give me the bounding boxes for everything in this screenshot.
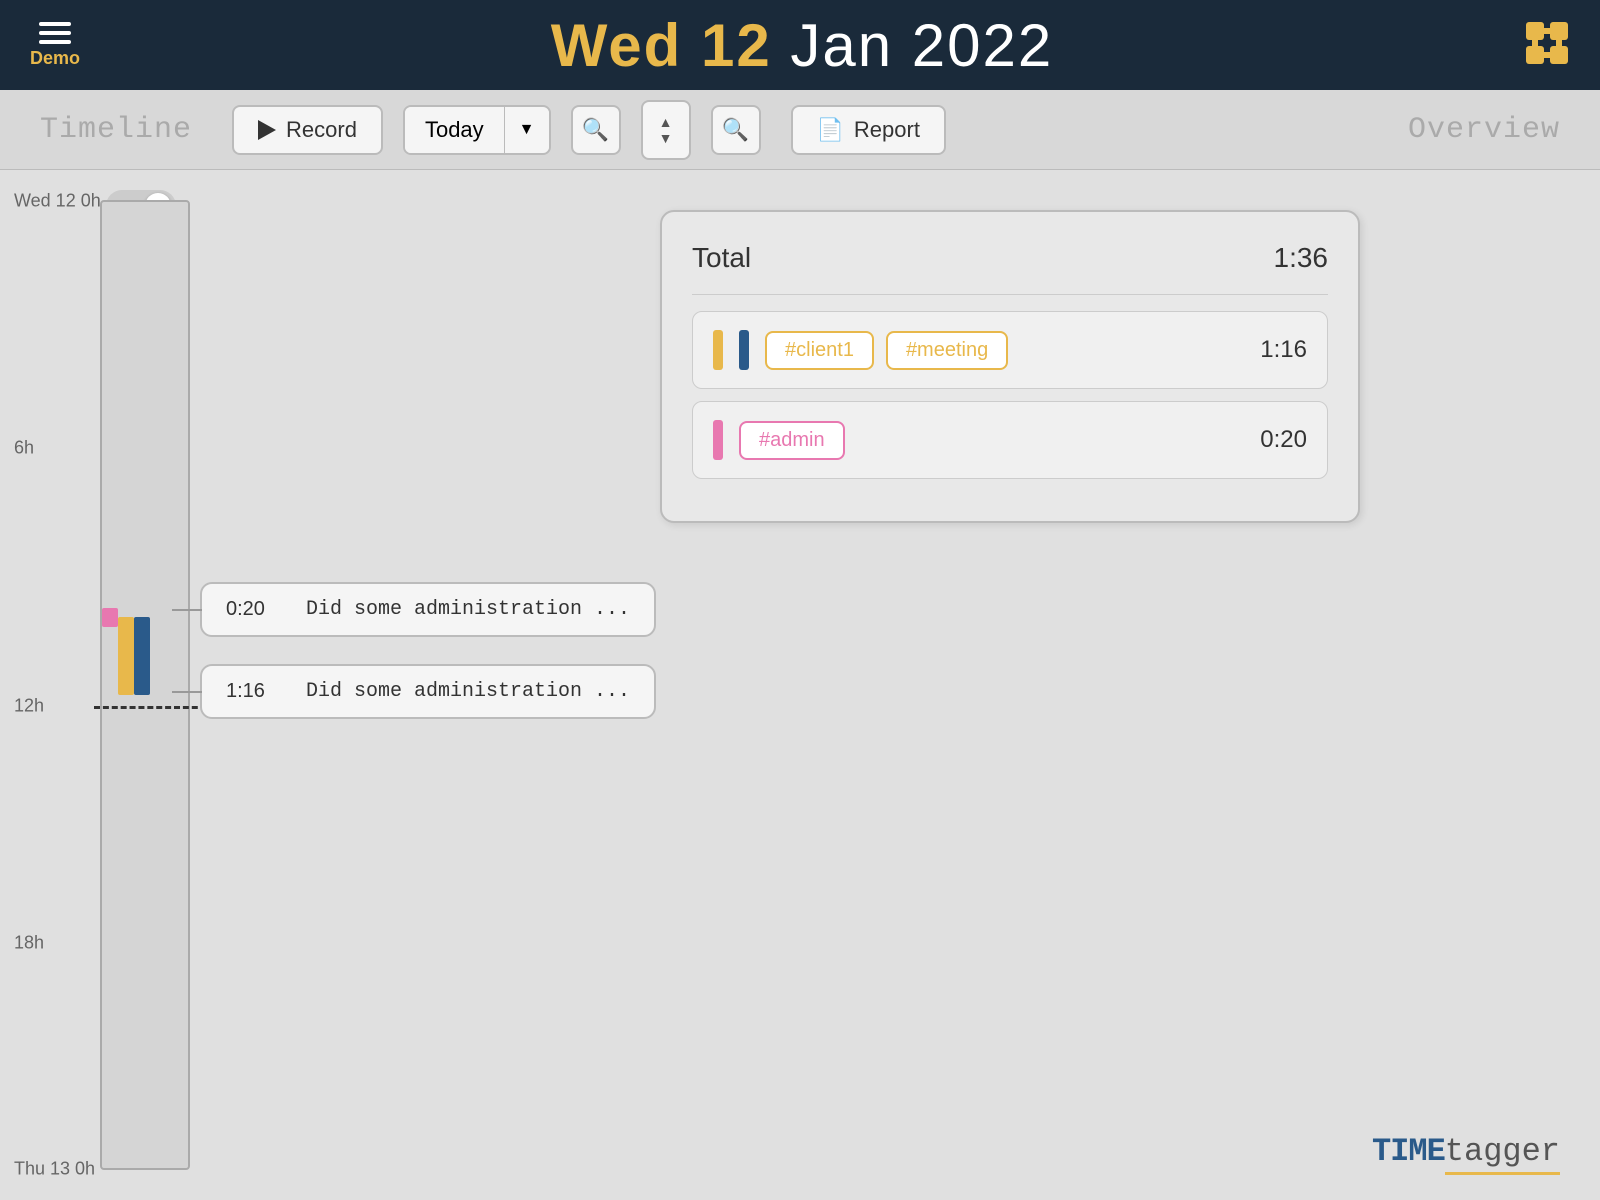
entry-row-client-meeting[interactable]: #client1 #meeting 1:16 — [692, 311, 1328, 389]
today-dropdown-arrow[interactable]: ▼ — [505, 111, 549, 149]
time-label-18h: 18h — [14, 932, 44, 953]
time-label-12h: 12h — [14, 695, 44, 716]
logo-time-part: TIME — [1372, 1133, 1445, 1170]
total-row: Total 1:36 — [692, 242, 1328, 295]
entry-color-gold — [713, 330, 723, 370]
callout-admin-text: Did some administration ... — [306, 598, 630, 621]
timeline-label: Timeline — [40, 113, 192, 147]
entry-tags-client: #client1 #meeting — [765, 331, 1244, 370]
zoom-out-icon: 🔍 — [582, 117, 609, 143]
top-bar: Demo Wed 12 Jan 2022 — [0, 0, 1600, 90]
total-value: 1:36 — [1274, 242, 1329, 274]
play-icon — [258, 120, 276, 140]
record-button[interactable]: Record — [232, 105, 383, 155]
entry-tags-admin: #admin — [739, 421, 1244, 460]
callout-admin-time: 0:20 — [226, 598, 286, 621]
time-label-6h: 6h — [14, 438, 34, 459]
header-day-num: 12 — [701, 12, 772, 79]
logo-tagger-part: tagger — [1445, 1133, 1560, 1175]
tag-client1[interactable]: #client1 — [765, 331, 874, 370]
entry-duration-admin: 0:20 — [1260, 426, 1307, 454]
total-label: Total — [692, 242, 751, 274]
entry-color-blue — [739, 330, 749, 370]
tag-meeting[interactable]: #meeting — [886, 331, 1008, 370]
header-day-of-week: Wed — [551, 12, 701, 79]
summary-card: Total 1:36 #client1 #meeting 1:16 #admin — [660, 210, 1360, 523]
zoom-in-icon: 🔍 — [722, 117, 749, 143]
callout-client-time: 1:16 — [226, 680, 286, 703]
timeline-entry-client-gold[interactable] — [118, 617, 134, 694]
main-content: Wed 12 0h 6h 12h 18h Thu 13 0h 0:20 Did … — [0, 170, 1600, 1200]
today-button-group[interactable]: Today ▼ — [403, 105, 551, 155]
timeline-entry-admin[interactable] — [102, 608, 118, 627]
entry-color-pink — [713, 420, 723, 460]
header-month-year: Jan 2022 — [790, 12, 1053, 79]
report-icon: 📄 — [817, 117, 844, 143]
timeline-panel: Wed 12 0h 6h 12h 18h Thu 13 0h 0:20 Did … — [0, 170, 420, 1200]
toolbar: Timeline Record Today ▼ 🔍 ▲ ▼ 🔍 📄 Report… — [0, 90, 1600, 170]
header-title: Wed 12 Jan 2022 — [551, 11, 1054, 80]
demo-label: Demo — [30, 48, 80, 69]
today-button[interactable]: Today — [405, 107, 505, 153]
scroll-updown-button[interactable]: ▲ ▼ — [641, 100, 691, 160]
down-arrow-icon: ▼ — [659, 131, 673, 145]
hamburger-menu[interactable] — [39, 22, 71, 44]
timeline-entry-client-blue[interactable] — [134, 617, 150, 694]
time-label-next-day: Thu 13 0h — [14, 1159, 95, 1180]
timeline-bar — [100, 200, 190, 1170]
zoom-out-button[interactable]: 🔍 — [571, 105, 621, 155]
report-label: Report — [854, 117, 920, 143]
zoom-in-button[interactable]: 🔍 — [711, 105, 761, 155]
callout-client[interactable]: 1:16 Did some administration ... — [200, 664, 656, 719]
plus-button[interactable] — [1524, 20, 1570, 71]
entry-row-admin[interactable]: #admin 0:20 — [692, 401, 1328, 479]
timetagger-logo: TIMEtagger — [1372, 1131, 1560, 1170]
up-arrow-icon: ▲ — [659, 115, 673, 129]
callout-client-text: Did some administration ... — [306, 680, 630, 703]
tag-admin[interactable]: #admin — [739, 421, 845, 460]
time-label-0h: Wed 12 0h — [14, 190, 101, 211]
record-label: Record — [286, 117, 357, 143]
report-button[interactable]: 📄 Report — [791, 105, 946, 155]
top-bar-left: Demo — [30, 22, 80, 69]
entry-duration-client: 1:16 — [1260, 336, 1307, 364]
callout-admin[interactable]: 0:20 Did some administration ... — [200, 582, 656, 637]
plus-icon — [1524, 20, 1570, 66]
overview-label: Overview — [1408, 113, 1560, 147]
